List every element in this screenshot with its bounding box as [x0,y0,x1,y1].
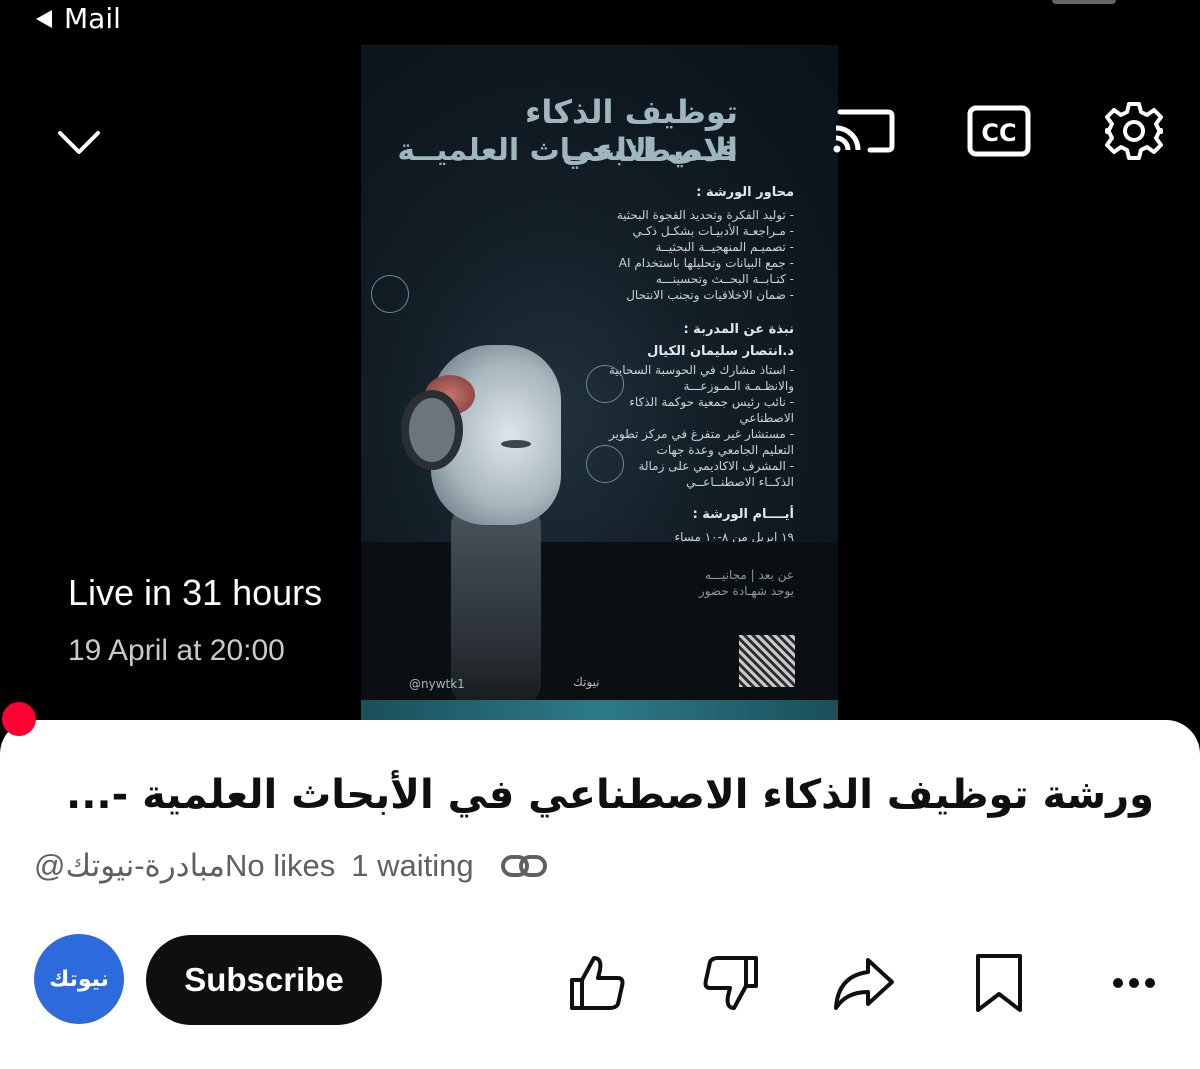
channel-avatar[interactable]: نيوتك [34,934,124,1024]
poster-bio-line: التعليم الجامعي وعدة جهات [656,443,794,457]
video-thumbnail: توظيف الذكاء الاصطناعي فــي الابحــاث ال… [361,45,838,722]
video-title[interactable]: ورشة توظيف الذكاء الاصطناعي في الأبحاث ا… [66,772,1154,818]
channel-handle[interactable]: @مبادرة-نيوتك [34,848,225,884]
atom-icon [586,365,624,403]
poster-bottom-band [361,700,838,722]
channel-avatar-text: نيوتك [49,966,109,992]
link-icon[interactable] [500,851,548,881]
back-label: Mail [64,2,121,35]
share-icon[interactable] [830,950,896,1016]
poster-bio-line: الاصطناعي [739,411,794,425]
back-arrow-icon [36,9,52,28]
poster-topics-heading: محاور الورشة : [696,185,794,200]
waiting-count: 1 waiting [351,848,474,883]
poster-bio-line: - المشرف الاكاديمي على زمالة [638,459,794,473]
poster-bio-line: والانظـمـة الـمـوزعـــة [683,379,794,393]
robot-eye [501,440,531,448]
video-details-sheet: ورشة توظيف الذكاء الاصطناعي في الأبحاث ا… [0,720,1200,1069]
dislike-icon[interactable] [698,950,764,1016]
progress-scrubber[interactable] [2,702,36,736]
poster-trainer-heading: نبذة عن المدربة : [683,322,794,337]
scheduled-time: 19 April at 20:00 [68,634,285,667]
poster-topic: - ضمان الاخلاقيات وتجنب الانتحال [626,288,794,302]
poster-title-line2: فــي الابحــاث العلميــة [397,133,738,168]
poster-notes: عن بعد | مجانيـــه يوجد شهـادة حضور [699,567,794,599]
poster-topic: - تصميـم المنهجيــة البحثيــة [655,240,794,254]
poster-note: يوجد شهـادة حضور [698,584,794,598]
live-status: Live in 31 hours [68,572,323,613]
poster-topic: - جمع البيانات وتحليلها باستخدام AI [618,256,794,270]
cast-icon[interactable] [830,100,896,162]
chevron-down-icon[interactable] [54,118,104,168]
poster-brand: نيوتك [573,675,600,689]
poster-bio-line: الذكــاء الاصطنــاعــي [686,475,794,489]
poster-days-heading: أيــــام الورشة : [692,507,794,522]
settings-icon[interactable] [1101,100,1167,162]
poster-trainer-name: د.انتصار سليمان الكيال [647,344,794,359]
poster-topic: - كتـابــة البحــث وتحسينـــه [655,272,794,286]
poster-bio-line: - نائب رئيس جمعية حوكمة الذكاء [629,395,794,409]
save-icon[interactable] [966,950,1032,1016]
likes-count: No likes [224,848,336,883]
qr-code [739,635,795,687]
status-indicator [1052,0,1116,4]
robot-headphone [401,390,463,470]
poster-note: عن بعد | مجانيـــه [705,568,794,582]
poster-topic: - مـراجعـة الأدبيـات بشكـل ذكـي [632,224,794,238]
back-to-mail-link[interactable]: Mail [36,2,121,35]
poster-days: أيــــام الورشة : ١٩ ابريل من ٨-١٠ مساء [674,507,794,545]
video-player[interactable]: Mail توظيف الذكاء الاصطناعي فــي الابحــ… [0,0,1200,740]
subscribe-button[interactable]: Subscribe [146,935,382,1025]
poster-handle: @nywtk1 [409,677,465,691]
robot-body [451,505,541,705]
poster-trainer: نبذة عن المدربة : د.انتصار سليمان الكيال… [609,322,794,490]
captions-label: CC [981,119,1016,147]
poster-topics: محاور الورشة : - توليد الفكرة وتحديد الف… [617,185,794,303]
atom-icon [586,445,624,483]
like-icon[interactable] [564,950,630,1016]
closed-captions-icon[interactable]: CC [966,100,1032,162]
poster-bio-line: - مستشار غير متفرغ في مركز تطوير [608,427,794,441]
poster-topic: - توليد الفكرة وتحديد الفجوة البحثية [616,208,794,222]
more-icon[interactable] [1101,950,1167,1016]
video-meta: @مبادرة-نيوتك No likes 1 waiting [34,848,548,884]
atom-icon [371,275,409,313]
poster-bio-line: - استاذ مشارك في الحوسبة السحابية [608,363,794,377]
